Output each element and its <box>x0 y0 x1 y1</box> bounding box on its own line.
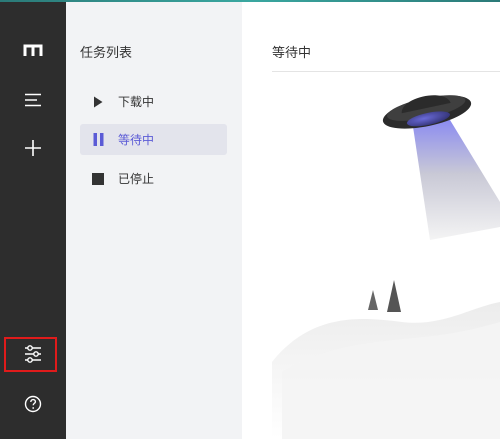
stop-icon <box>91 172 105 186</box>
settings-icon[interactable] <box>0 334 66 374</box>
ufo-beam <box>412 120 500 240</box>
plus-icon[interactable] <box>0 128 66 168</box>
top-accent-line <box>0 0 500 2</box>
task-item-label: 已停止 <box>118 172 155 186</box>
logo-icon[interactable] <box>0 30 66 70</box>
task-list-title: 任务列表 <box>80 45 133 60</box>
tree-tall <box>387 280 401 312</box>
task-item-label: 下载中 <box>118 95 155 109</box>
play-icon <box>91 95 105 109</box>
icon-rail <box>0 0 66 439</box>
menu-icon[interactable] <box>0 80 66 120</box>
tree-small <box>368 290 378 310</box>
pause-icon <box>91 133 105 147</box>
page-title: 等待中 <box>272 45 312 60</box>
task-item-downloading[interactable]: 下载中 <box>80 86 227 117</box>
main-content: 等待中 <box>242 0 500 439</box>
task-item-label: 等待中 <box>118 133 155 147</box>
ufo-illustration <box>272 95 500 439</box>
task-item-waiting[interactable]: 等待中 <box>80 124 227 155</box>
task-list-panel: 任务列表 下载中 等待中 已停止 <box>66 0 242 439</box>
task-item-stopped[interactable]: 已停止 <box>80 163 227 194</box>
help-icon[interactable] <box>0 384 66 424</box>
